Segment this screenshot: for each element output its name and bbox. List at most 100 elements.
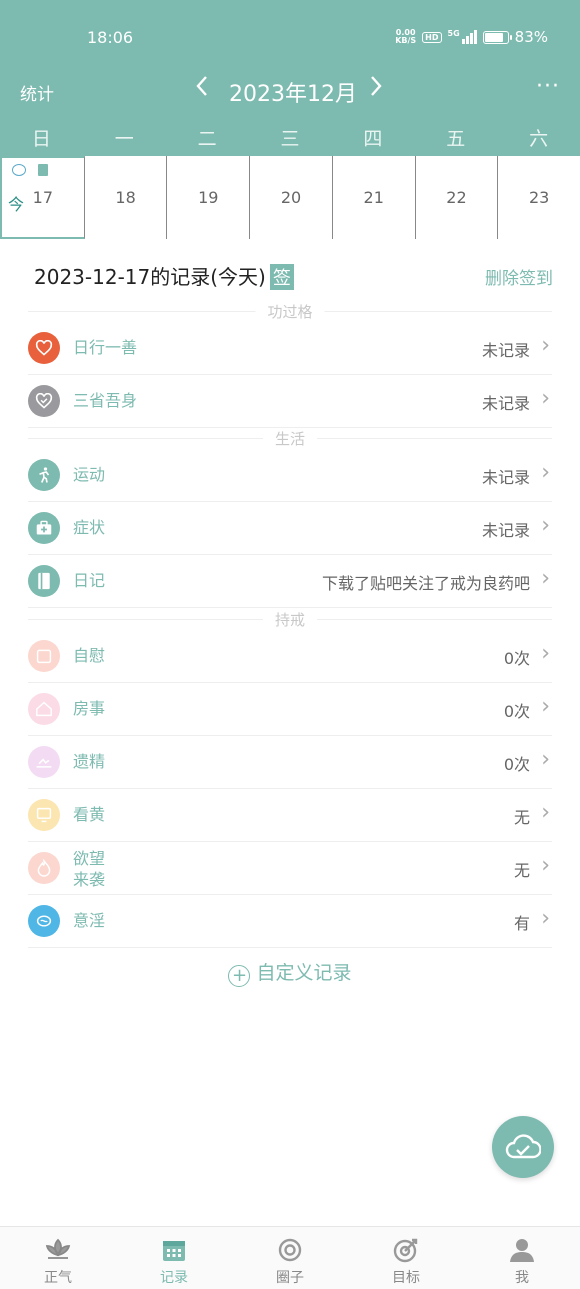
more-button[interactable]: ··· [536, 74, 560, 99]
net-speed-unit: KB/S [395, 36, 417, 45]
day-number: 17 [32, 188, 54, 207]
header: 18:06 0.00 KB/S HD 5G 83% 统计 2023年12月 ··… [0, 0, 580, 156]
target-icon [393, 1238, 418, 1263]
day-number: 21 [363, 188, 384, 207]
custom-record-button[interactable]: + 自定义记录 [0, 958, 580, 987]
calendar-icon [28, 640, 60, 672]
record-title: 2023-12-17的记录(今天) 签 [34, 261, 294, 290]
nav-label: 正气 [44, 1270, 72, 1286]
medkit-icon [28, 512, 60, 544]
nav-tab-me[interactable]: 我 [464, 1227, 580, 1289]
row-value: 下载了贴吧关注了戒为良药吧 [321, 574, 530, 593]
row-value: 未记录 [481, 468, 530, 487]
calendar-day[interactable]: 19 [167, 156, 251, 239]
calendar-day[interactable]: 23 [498, 156, 580, 239]
nav-label: 记录 [160, 1270, 188, 1286]
sign-badge: 签 [269, 264, 294, 290]
row-value: 未记录 [481, 341, 530, 360]
plus-circle-icon: + [228, 965, 251, 987]
record-row-emission[interactable]: 遗精 0次 › [28, 736, 552, 789]
weekday-header: 日 一 二 三 四 五 六 [0, 124, 580, 151]
row-value: 未记录 [481, 394, 530, 413]
comment-icon [12, 164, 26, 176]
chevron-right-icon: › [541, 694, 550, 719]
record-row-urge[interactable]: 欲望 来袭 无 › [28, 842, 552, 895]
row-value: 有 [513, 914, 530, 933]
circle-icon [278, 1238, 302, 1262]
row-label: 看黄 [73, 805, 106, 824]
record-row-intercourse[interactable]: 房事 0次 › [28, 683, 552, 736]
record-row-exercise[interactable]: 运动 未记录 › [28, 449, 552, 502]
chevron-right-icon: › [541, 800, 550, 825]
weekday-label: 四 [363, 128, 383, 150]
row-label: 欲望 来袭 [73, 849, 106, 889]
prev-month-button[interactable] [194, 74, 210, 105]
hd-icon: HD [422, 31, 442, 43]
chevron-right-icon: › [541, 853, 550, 878]
row-label: 日行一善 [73, 338, 138, 357]
custom-record-label: 自定义记录 [256, 962, 352, 984]
cloud-sync-button[interactable] [492, 1116, 554, 1178]
row-value: 未记录 [481, 521, 530, 540]
section-abstain: 持戒 [28, 609, 552, 630]
calendar-day[interactable]: 20 [250, 156, 333, 239]
month-title[interactable]: 2023年12月 [229, 76, 357, 108]
nav-tab-goal[interactable]: 目标 [348, 1227, 464, 1289]
record-row-masturbation[interactable]: 自慰 0次 › [28, 630, 552, 683]
row-label: 房事 [73, 699, 106, 718]
today-mark: 今 [8, 195, 25, 214]
status-bar: 18:06 0.00 KB/S HD 5G 83% [0, 0, 580, 76]
week-strip: 今 17 18 19 20 21 22 23 [0, 156, 580, 239]
lotus-icon [45, 1238, 71, 1259]
next-month-button[interactable] [368, 74, 384, 105]
calendar-day[interactable]: 18 [85, 156, 168, 239]
day-number: 22 [446, 188, 467, 207]
net-speed: 0.00 KB/S [395, 29, 416, 45]
signal-bars [461, 30, 477, 44]
brain-icon [28, 905, 60, 937]
row-label: 运动 [73, 465, 106, 484]
calendar-day-today[interactable]: 今 17 [0, 156, 85, 239]
chevron-right-icon: › [541, 747, 550, 772]
record-row-porn[interactable]: 看黄 无 › [28, 789, 552, 842]
app-root: 18:06 0.00 KB/S HD 5G 83% 统计 2023年12月 ··… [0, 0, 580, 1289]
weekday-label: 五 [446, 128, 466, 150]
nav-tab-record[interactable]: 记录 [116, 1227, 232, 1289]
battery-percent: 83% [514, 28, 548, 46]
stats-button[interactable]: 统计 [20, 80, 54, 105]
delete-sign-button[interactable]: 删除签到 [485, 264, 553, 289]
row-value: 0次 [503, 649, 530, 668]
row-value: 无 [513, 861, 530, 880]
record-row-fantasy[interactable]: 意淫 有 › [28, 895, 552, 948]
weekday-label: 三 [280, 128, 300, 150]
record-row-symptom[interactable]: 症状 未记录 › [28, 502, 552, 555]
chevron-left-icon [196, 76, 207, 96]
chevron-right-icon: › [541, 460, 550, 485]
day-number: 20 [280, 188, 302, 207]
calendar-day[interactable]: 22 [416, 156, 499, 239]
nav-label: 目标 [392, 1270, 420, 1286]
record-row-diary[interactable]: 日记 下载了贴吧关注了戒为良药吧 › [28, 555, 552, 608]
row-value: 0次 [503, 755, 530, 774]
house-icon [28, 693, 60, 725]
day-number: 18 [115, 188, 136, 207]
calendar-icon [163, 1241, 185, 1261]
section-title: 功过格 [255, 301, 325, 322]
calendar-day[interactable]: 21 [333, 156, 416, 239]
section-life: 生活 [28, 428, 552, 449]
section-title: 持戒 [262, 609, 318, 630]
record-row-good-deed[interactable]: 日行一善 未记录 › [28, 322, 552, 375]
nav-label: 圈子 [276, 1270, 304, 1286]
day-number: 23 [528, 188, 550, 207]
record-row-reflection[interactable]: 三省吾身 未记录 › [28, 375, 552, 428]
nav-label: 我 [515, 1270, 529, 1286]
section-title: 生活 [262, 428, 318, 449]
book-icon [28, 565, 60, 597]
battery-fill [484, 32, 503, 42]
chevron-right-icon: › [541, 906, 550, 931]
nav-tab-qi[interactable]: 正气 [0, 1227, 116, 1289]
row-label: 症状 [73, 518, 106, 537]
row-label: 三省吾身 [73, 391, 138, 410]
monitor-icon [28, 799, 60, 831]
nav-tab-circle[interactable]: 圈子 [232, 1227, 348, 1289]
